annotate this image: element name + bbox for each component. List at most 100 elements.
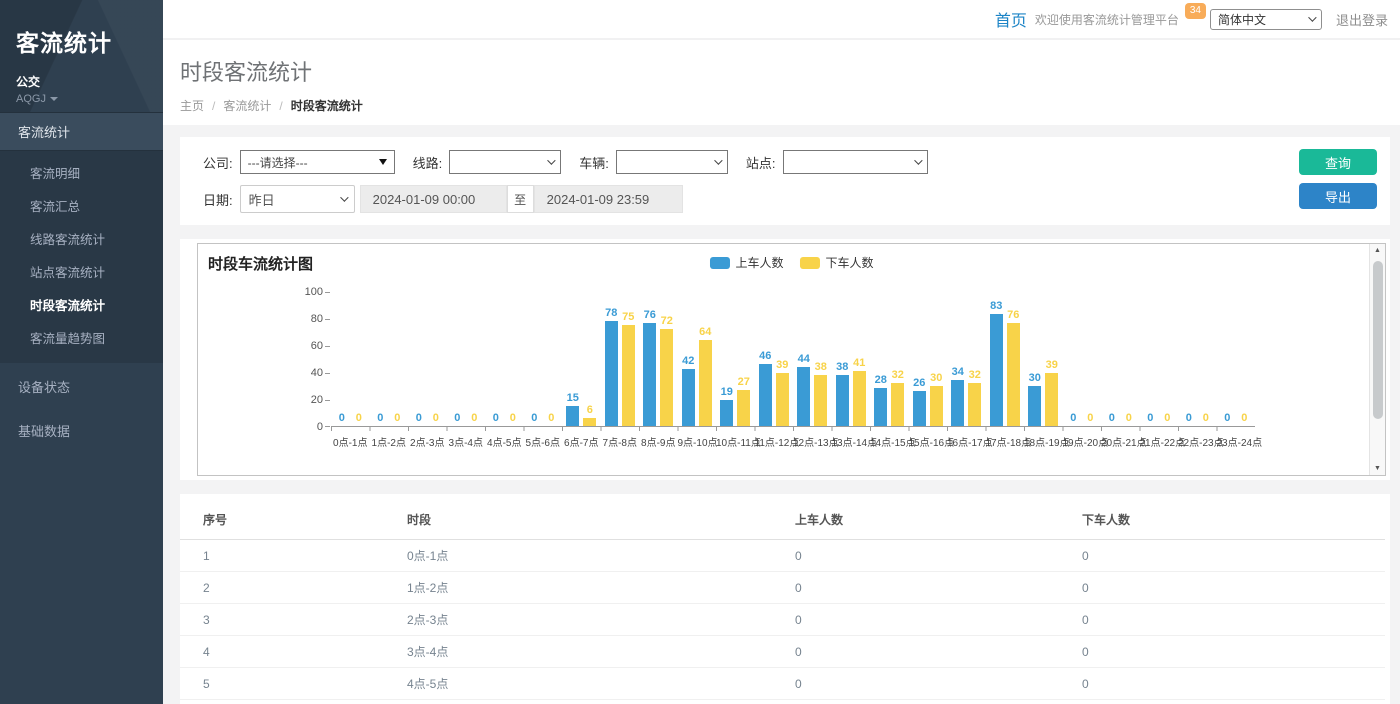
breadcrumb-item[interactable]: 客流统计 — [223, 97, 271, 114]
home-link[interactable]: 首页 — [995, 7, 1027, 31]
sidebar-subitem[interactable]: 时段客流统计 — [0, 288, 163, 321]
filter-panel: 公司:---请选择---线路:车辆:站点: 日期: 昨日 2024-01-09 … — [180, 137, 1390, 225]
welcome-text: 欢迎使用客流统计管理平台 — [1035, 11, 1179, 28]
y-axis-tick-label: 40 — [297, 367, 323, 379]
chevron-down-icon — [1308, 13, 1316, 21]
bar-value-label: 6 — [587, 404, 593, 416]
org-code-dropdown[interactable]: AQGJ — [16, 93, 147, 105]
bar-group: 2832 — [870, 291, 909, 426]
bar-column: 78 — [605, 307, 618, 426]
chart-panel: 时段车流统计图 上车人数下车人数 00000000000015678757672… — [180, 239, 1390, 480]
bar-value-label: 38 — [836, 361, 848, 373]
table-cell: 0 — [1082, 636, 1385, 668]
sidebar-item[interactable]: 设备状态 — [0, 366, 163, 407]
bar — [566, 406, 579, 426]
x-axis-category-label: 22点-23点 — [1178, 434, 1217, 449]
vehicle-select[interactable] — [616, 150, 728, 174]
sidebar-subitem[interactable]: 线路客流统计 — [0, 222, 163, 255]
scrollbar-thumb[interactable] — [1373, 261, 1383, 419]
station-select[interactable] — [783, 150, 928, 174]
bar-group: 7672 — [639, 291, 678, 426]
date-to-input[interactable]: 2024-01-09 23:59 — [534, 185, 683, 213]
bar-column: 0 — [1067, 412, 1080, 426]
sidebar-subitem[interactable]: 客流汇总 — [0, 189, 163, 222]
bar-group: 7875 — [601, 291, 640, 426]
bar-group: 3432 — [947, 291, 986, 426]
x-axis-category-label: 14点-15点 — [870, 434, 909, 449]
bar-column: 19 — [720, 386, 733, 426]
bar-column: 0 — [391, 412, 404, 426]
bar-group: 00 — [1063, 291, 1102, 426]
chart-bars: 0000000000001567875767242641927463944383… — [331, 292, 1255, 427]
date-preset-select[interactable]: 昨日 — [240, 185, 355, 213]
chart-box: 时段车流统计图 上车人数下车人数 00000000000015678757672… — [197, 243, 1386, 476]
legend-item[interactable]: 上车人数 — [709, 254, 783, 271]
sidebar-subitem[interactable]: 客流量趋势图 — [0, 321, 163, 354]
bar-group: 38 41 — [832, 291, 871, 426]
sidebar-subitem[interactable]: 站点客流统计 — [0, 255, 163, 288]
sidebar-subitem[interactable]: 客流明细 — [0, 156, 163, 189]
query-button[interactable]: 查询 — [1299, 149, 1377, 175]
bar-value-label: 0 — [433, 412, 439, 424]
table-row: 32点-3点00 — [180, 604, 1385, 636]
x-axis-category-label: 21点-22点 — [1140, 434, 1179, 449]
x-axis-labels: 0点-1点1点-2点2点-3点3点-4点4点-5点5点-6点6点-7点7点-8点… — [331, 431, 1255, 449]
table-row: 65点-6点00 — [180, 700, 1385, 704]
chevron-down-icon — [340, 193, 348, 201]
main-area: 首页 欢迎使用客流统计管理平台 34 简体中文 退出登录 时段客流统计 主页/客… — [163, 0, 1400, 704]
data-table: 序号时段上车人数下车人数10点-1点0021点-2点0032点-3点0043点-… — [180, 500, 1385, 704]
sidebar-item[interactable]: 基础数据 — [0, 410, 163, 451]
vehicle-label: 车辆: — [579, 153, 609, 172]
bar-column: 15 — [566, 392, 579, 426]
table-cell: 3 — [180, 604, 407, 636]
bar — [891, 383, 904, 426]
language-select-value: 简体中文 — [1218, 11, 1266, 28]
bar-column: 72 — [660, 315, 673, 426]
x-axis-category-label: 6点-7点 — [562, 434, 601, 449]
table-cell: 6 — [180, 700, 407, 704]
bar-value-label: 0 — [548, 412, 554, 424]
export-button[interactable]: 导出 — [1299, 183, 1377, 209]
scrollbar-down-arrow-icon[interactable]: ▼ — [1370, 465, 1385, 472]
notification-badge: 34 — [1185, 3, 1206, 19]
date-from-input[interactable]: 2024-01-09 00:00 — [360, 185, 507, 213]
bar-value-label: 0 — [1186, 412, 1192, 424]
legend-item[interactable]: 下车人数 — [800, 254, 874, 271]
company-label: 公司: — [203, 153, 233, 172]
breadcrumb: 主页/客流统计/时段客流统计 — [180, 97, 1400, 114]
bar-value-label: 0 — [1203, 412, 1209, 424]
y-axis-tick-mark — [325, 319, 330, 320]
table-cell: 0点-1点 — [407, 540, 795, 572]
bar-value-label: 42 — [682, 355, 694, 367]
bar-value-label: 28 — [875, 374, 887, 386]
logout-link[interactable]: 退出登录 — [1336, 10, 1388, 29]
bar — [836, 375, 849, 426]
breadcrumb-item[interactable]: 主页 — [180, 97, 204, 114]
company-select[interactable]: ---请选择--- — [240, 150, 395, 174]
y-axis-tick-mark — [325, 292, 330, 293]
line-select[interactable] — [449, 150, 561, 174]
table-cell: 0 — [795, 572, 1082, 604]
bar — [951, 380, 964, 426]
language-select[interactable]: 简体中文 — [1210, 9, 1322, 30]
bar-value-label: 0 — [1070, 412, 1076, 424]
bar-value-label: 76 — [1007, 309, 1019, 321]
bar-group: 00 — [1101, 291, 1140, 426]
scrollbar-up-arrow-icon[interactable]: ▲ — [1370, 247, 1385, 254]
table-cell: 1 — [180, 540, 407, 572]
x-axis-category-label: 10点-11点 — [716, 434, 755, 449]
bar-value-label: 0 — [416, 412, 422, 424]
bar-group: 00 — [447, 291, 486, 426]
bar-column: 0 — [1182, 412, 1195, 426]
bar-column: 75 — [622, 311, 635, 426]
chart-scrollbar[interactable]: ▲ ▼ — [1369, 244, 1385, 475]
bar-column: 0 — [352, 412, 365, 426]
table-cell: 0 — [795, 668, 1082, 700]
bar-group: 4639 — [755, 291, 794, 426]
bar-value-label: 41 — [853, 357, 865, 369]
x-axis-category-label: 8点-9点 — [639, 434, 678, 449]
bar — [930, 386, 943, 427]
bar-group: 00 — [370, 291, 409, 426]
x-axis-category-label: 13点-14点 — [832, 434, 871, 449]
sidebar-section-passenger-stats[interactable]: 客流统计 — [0, 112, 163, 151]
